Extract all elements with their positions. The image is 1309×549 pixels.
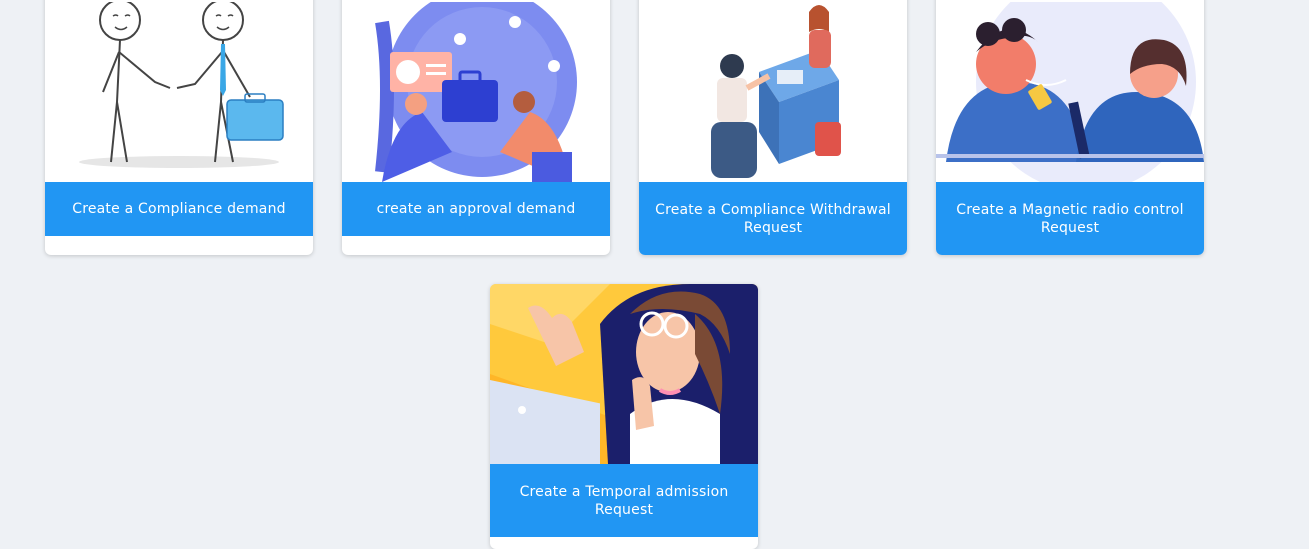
ticket-exchange-icon (936, 2, 1204, 182)
card-label: Create a Compliance demand (45, 182, 313, 236)
card-label: Create a Temporal admission Request (490, 464, 758, 537)
card-compliance-demand[interactable]: Create a Compliance demand (45, 0, 313, 255)
woman-laptop-icon (490, 284, 758, 464)
office-desk-meeting-icon (639, 2, 907, 182)
card-label: Create a Magnetic radio control Request (936, 182, 1204, 255)
card-temporal-admission[interactable]: Create a Temporal admission Request (490, 284, 758, 549)
handshake-sketch-icon (45, 2, 313, 182)
card-compliance-withdrawal[interactable]: Create a Compliance Withdrawal Request (639, 0, 907, 255)
card-label: create an approval demand (342, 182, 610, 236)
card-magnetic-radio-control[interactable]: Create a Magnetic radio control Request (936, 0, 1204, 255)
card-label: Create a Compliance Withdrawal Request (639, 182, 907, 255)
card-approval-demand[interactable]: create an approval demand (342, 0, 610, 255)
business-deal-globe-icon (342, 2, 610, 182)
